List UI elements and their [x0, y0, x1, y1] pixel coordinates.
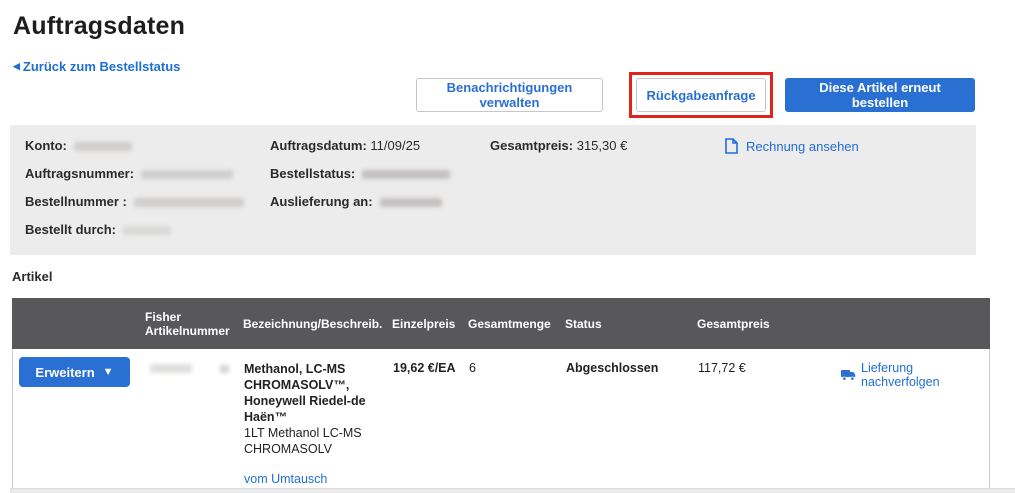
header-total-price: Gesamtpreis [697, 316, 770, 331]
order-date-value: 11/09/25 [370, 138, 421, 153]
status-cell: Abgeschlossen [566, 361, 659, 375]
chevron-left-icon: ◀ [13, 61, 20, 71]
ordered-by-label: Bestellt durch: [25, 222, 117, 237]
track-cell: Lieferung nachverfolgen [841, 349, 989, 389]
ordered-by-value-redacted [123, 226, 172, 236]
chevron-down-icon: ▼ [102, 365, 114, 378]
unit-price-cell: 19,62 €/EA [393, 361, 456, 375]
total-price-value: 315,30 € [576, 138, 628, 153]
order-summary-box: Konto: Auftragsnummer: Bestellnummer : B… [10, 125, 976, 255]
ordered-by-field: Bestellt durch: [25, 216, 244, 244]
red-highlight-annotation: Rückgabeanfrage [629, 72, 773, 118]
po-number-field: Bestellnummer : [25, 188, 244, 216]
account-value-redacted [73, 142, 132, 152]
ship-to-label: Auslieferung an: [270, 194, 373, 209]
table-row: Erweitern ▼ Methanol, LC-MS CHROMASOLV™,… [12, 349, 990, 493]
header-unit-price: Einzelpreis [392, 316, 456, 331]
return-request-button[interactable]: Rückgabeanfrage [636, 78, 766, 112]
order-number-label: Auftragsnummer: [25, 166, 135, 181]
total-price-label: Gesamtpreis: [490, 138, 574, 153]
header-quantity: Gesamtmenge [468, 316, 551, 331]
track-delivery-label: Lieferung nachverfolgen [861, 361, 940, 389]
manage-notifications-button[interactable]: Benachrichtigungen verwalten [416, 78, 603, 112]
account-label: Konto: [25, 138, 67, 153]
order-number-value-redacted [141, 170, 234, 180]
next-section-edge [10, 488, 1015, 493]
ship-to-value-redacted [379, 198, 442, 208]
order-number-field: Auftragsnummer: [25, 160, 244, 188]
summary-column-left: Konto: Auftragsnummer: Bestellnummer : B… [25, 132, 244, 244]
items-section-heading: Artikel [12, 269, 53, 284]
view-invoice-link[interactable]: Rechnung ansehen [725, 138, 859, 154]
header-fisher-number: Fisher Artikelnummer [145, 309, 230, 338]
quantity-cell: 6 [469, 361, 476, 375]
po-number-value-redacted [133, 198, 244, 208]
summary-column-right: Gesamtpreis: 315,30 € [490, 132, 627, 160]
description-cell: Methanol, LC-MS CHROMASOLV™, Honeywell R… [244, 349, 393, 493]
item-name: Methanol, LC-MS CHROMASOLV™, Honeywell R… [244, 362, 366, 424]
item-pack-description: 1LT Methanol LC-MS CHROMASOLV [244, 426, 362, 456]
truck-icon [841, 370, 856, 381]
expand-button[interactable]: Erweitern ▼ [19, 357, 130, 387]
order-status-label: Bestellstatus: [270, 166, 356, 181]
order-date-field: Auftragsdatum: 11/09/25 [270, 132, 450, 160]
header-description: Bezeichnung/Beschreib. [243, 316, 383, 331]
order-date-label: Auftragsdatum: [270, 138, 367, 153]
order-details-page: Auftragsdaten ◀ Zurück zum Bestellstatus… [0, 0, 1015, 493]
order-status-field: Bestellstatus: [270, 160, 451, 188]
order-status-value-redacted [362, 170, 451, 180]
header-status: Status [565, 316, 602, 331]
expand-button-label: Erweitern [35, 364, 95, 380]
fisher-number-cell [146, 349, 244, 375]
total-price-cell: 117,72 € [698, 361, 746, 375]
track-delivery-link[interactable]: Lieferung nachverfolgen [841, 361, 987, 389]
total-price-field: Gesamtpreis: 315,30 € [490, 132, 627, 160]
expand-cell: Erweitern ▼ [13, 349, 146, 387]
fisher-number-flag-redacted [220, 364, 229, 373]
page-title: Auftragsdaten [13, 12, 186, 40]
action-buttons-row: Benachrichtigungen verwalten Rückgabeanf… [0, 72, 975, 118]
reorder-items-button[interactable]: Diese Artikel erneut bestellen [785, 78, 975, 112]
account-field: Konto: [25, 132, 244, 160]
po-number-label: Bestellnummer : [25, 194, 127, 209]
items-table: Fisher Artikelnummer Bezeichnung/Beschre… [12, 298, 990, 493]
ship-to-field: Auslieferung an: [270, 188, 450, 216]
summary-column-middle: Auftragsdatum: 11/09/25 Bestellstatus: A… [270, 132, 451, 216]
table-header-row: Fisher Artikelnummer Bezeichnung/Beschre… [12, 298, 990, 349]
document-icon [725, 138, 738, 154]
view-invoice-label: Rechnung ansehen [746, 138, 859, 154]
fisher-number-redacted [150, 364, 192, 374]
